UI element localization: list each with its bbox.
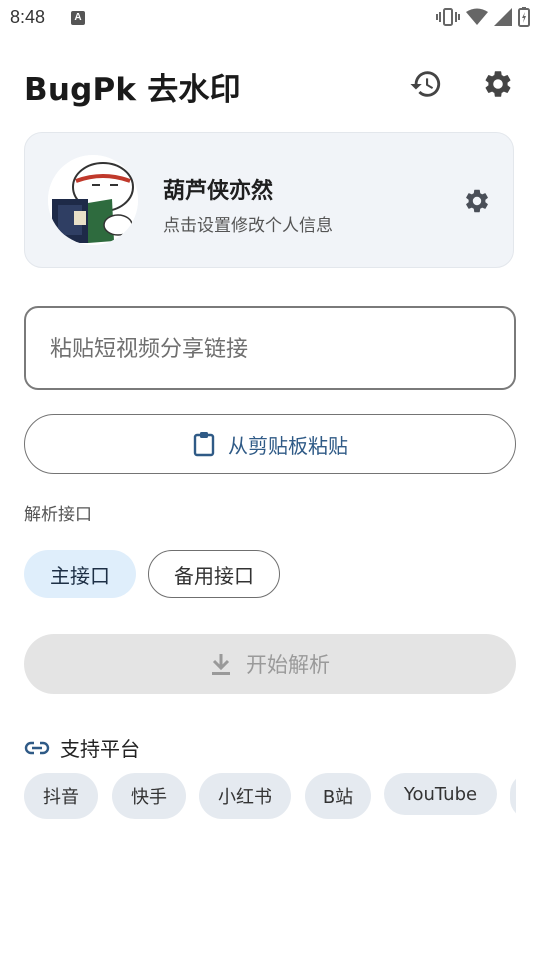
platform-chip-label: 快手 [131,787,167,808]
vibrate-icon [436,8,460,26]
platform-chip-label: YouTube [403,783,478,805]
link-input-field[interactable] [24,306,516,390]
history-button[interactable] [408,66,444,102]
app-title: BugPk 去水印 [24,72,241,108]
start-parse-label: 开始解析 [246,653,330,677]
platform-chip[interactable]: YouTube [384,773,497,815]
platform-chip-label: 小红书 [218,787,272,808]
platform-chip-label: 抖音 [43,787,79,808]
platform-chip-label: B站 [322,787,354,808]
api-chip-backup-label: 备用接口 [174,563,254,588]
platform-chip-row[interactable]: 抖音 快手 小红书 B站 YouTube [24,773,516,821]
profile-name: 葫芦侠亦然 [163,179,274,204]
battery-icon [518,7,530,27]
gear-icon [485,71,511,97]
platform-chip-overflow[interactable] [510,773,516,819]
paste-from-clipboard-button[interactable]: 从剪贴板粘贴 [24,414,516,474]
platform-chip[interactable]: B站 [305,773,371,819]
api-chip-main[interactable]: 主接口 [24,550,136,598]
supported-platforms-header: 支持平台 [24,733,140,762]
status-icons [436,6,530,28]
download-icon [212,654,230,675]
profile-subtitle: 点击设置修改个人信息 [163,216,333,236]
settings-button[interactable] [480,66,516,102]
wifi-icon [466,8,488,25]
supported-platforms-title: 支持平台 [60,737,140,761]
platform-chip[interactable]: 小红书 [199,773,291,819]
link-input[interactable] [48,308,492,390]
api-section-label: 解析接口 [24,505,92,525]
avatar [48,155,138,245]
platform-chip[interactable]: 抖音 [24,773,98,819]
signal-icon [494,8,512,26]
paste-button-label: 从剪贴板粘贴 [228,433,348,458]
platform-chip[interactable]: 快手 [112,773,186,819]
profile-settings-button[interactable] [461,185,493,217]
profile-card[interactable]: 葫芦侠亦然 点击设置修改个人信息 [24,132,514,268]
api-chip-main-label: 主接口 [50,563,110,588]
notification-icon: A [71,11,85,25]
history-icon [410,71,441,97]
gear-icon [466,189,488,213]
status-time: 8:48 [10,7,46,27]
link-icon [24,741,50,754]
clipboard-icon [193,432,215,457]
status-bar: 8:48 A [0,0,540,36]
api-chip-backup[interactable]: 备用接口 [148,550,280,598]
start-parse-button[interactable]: 开始解析 [24,634,516,694]
